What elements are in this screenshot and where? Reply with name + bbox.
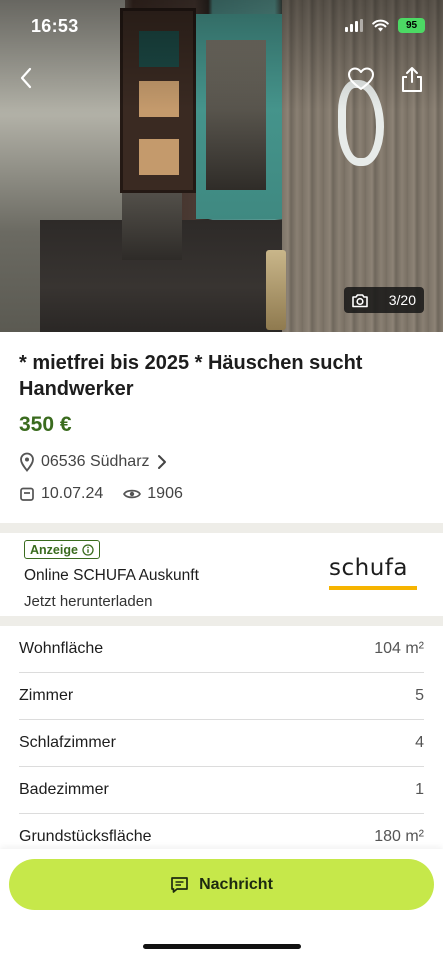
wifi-icon — [372, 19, 389, 32]
ad-subtitle: Jetzt herunterladen — [24, 593, 153, 610]
location-link[interactable]: 06536 Südharz — [19, 452, 168, 472]
section-divider — [0, 523, 443, 533]
camera-icon — [352, 293, 368, 307]
listing-views: 1906 — [147, 485, 183, 502]
views-item: 1906 — [123, 485, 183, 503]
status-time: 16:53 — [31, 16, 79, 36]
message-icon — [171, 876, 188, 893]
eye-icon — [123, 489, 142, 499]
ad-badge-label: Anzeige — [30, 542, 78, 557]
calendar-icon — [20, 487, 34, 501]
chevron-left-icon — [20, 67, 32, 89]
detail-label: Schlafzimmer — [19, 734, 116, 751]
status-icons: 95 — [345, 18, 425, 33]
heart-icon — [348, 67, 374, 90]
photo-counter-text: 3/20 — [388, 292, 416, 308]
home-indicator — [143, 944, 301, 949]
photo-step — [122, 190, 182, 260]
schufa-logo-text: schufa — [329, 555, 408, 581]
chevron-right-icon — [157, 455, 166, 469]
listing-price: 350 € — [19, 413, 72, 436]
detail-value: 180 m² — [374, 828, 424, 845]
share-button[interactable] — [395, 62, 429, 96]
message-button-label: Nachricht — [199, 875, 273, 893]
back-button[interactable] — [10, 62, 42, 94]
detail-label: Zimmer — [19, 687, 74, 704]
detail-value: 104 m² — [374, 640, 424, 657]
location-text: 06536 Südharz — [41, 453, 150, 470]
status-bar: 16:53 95 — [0, 0, 443, 54]
detail-row-zimmer: Zimmer 5 — [19, 673, 424, 720]
detail-row-badezimmer: Badezimmer 1 — [19, 767, 424, 814]
listing-title: * mietfrei bis 2025 * Häuschen sucht Han… — [19, 352, 363, 400]
section-divider — [0, 616, 443, 626]
schufa-logo: schufa — [328, 537, 418, 609]
battery-icon: 95 — [398, 18, 425, 33]
detail-value: 4 — [415, 734, 424, 751]
detail-value: 5 — [415, 687, 424, 704]
signal-icon — [345, 19, 363, 32]
date-item: 10.07.24 — [19, 485, 103, 503]
share-icon — [402, 67, 422, 92]
photo-hinge — [266, 250, 286, 330]
detail-label: Grundstücksfläche — [19, 828, 152, 845]
details-list: Wohnfläche 104 m² Zimmer 5 Schlafzimmer … — [0, 626, 443, 861]
detail-value: 1 — [415, 781, 424, 798]
listing-meta: 10.07.24 1906 — [19, 485, 203, 503]
ad-badge[interactable]: Anzeige — [24, 540, 100, 559]
listing-date: 10.07.24 — [41, 485, 104, 502]
detail-row-schlafzimmer: Schlafzimmer 4 — [19, 720, 424, 767]
favorite-button[interactable] — [344, 62, 378, 96]
detail-label: Wohnfläche — [19, 640, 104, 657]
detail-label: Badezimmer — [19, 781, 109, 798]
info-icon — [82, 543, 94, 556]
detail-row-wohnflaeche: Wohnfläche 104 m² — [19, 626, 424, 673]
ad-title: Online SCHUFA Auskunft — [24, 567, 199, 584]
location-pin-icon — [20, 452, 34, 472]
message-button[interactable]: Nachricht — [9, 859, 434, 910]
photo-counter[interactable]: 3/20 — [344, 287, 424, 313]
